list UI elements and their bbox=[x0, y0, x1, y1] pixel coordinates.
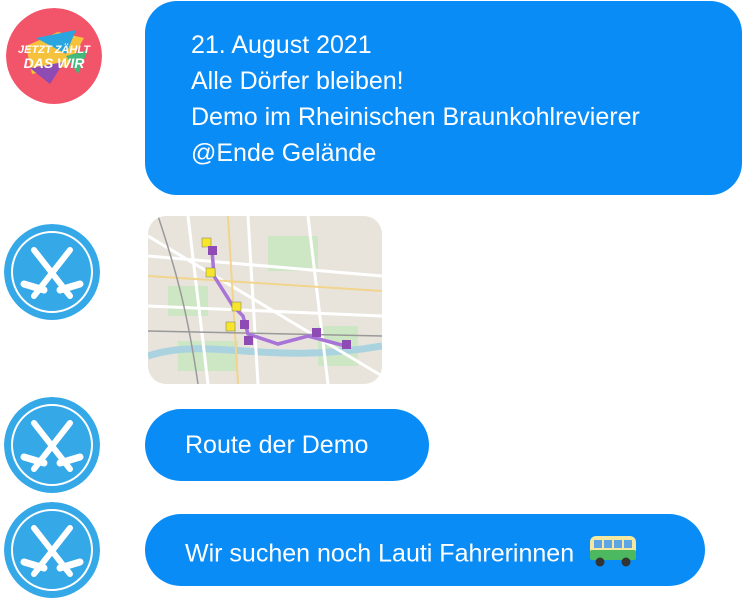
crossed-pickaxes-icon bbox=[4, 224, 100, 320]
message-line: @Ende Gelände bbox=[191, 139, 377, 167]
jetzt-zaehlt-das-wir-avatar[interactable]: JETZT ZÄHLT DAS WIR bbox=[6, 8, 102, 104]
message-text: Wir suchen noch Lauti Fahrerinnen bbox=[185, 539, 575, 568]
pickaxe-avatar[interactable] bbox=[4, 502, 100, 598]
message-2 bbox=[0, 210, 742, 390]
crossed-pickaxes-icon bbox=[4, 502, 100, 598]
jetzt-zaehlt-das-wir-logo-icon: JETZT ZÄHLT DAS WIR bbox=[6, 8, 102, 104]
pickaxe-avatar[interactable] bbox=[4, 397, 100, 493]
message-bubble-3[interactable]: Route der Demo bbox=[145, 409, 429, 481]
message-line: Demo im Rheinischen Braunkohlrevierer bbox=[191, 103, 640, 131]
message-3: Route der Demo bbox=[0, 395, 742, 499]
route-map-image[interactable] bbox=[148, 216, 382, 384]
message-4: Wir suchen noch Lauti Fahrerinnen bbox=[0, 500, 742, 600]
logo-text-2: DAS WIR bbox=[24, 55, 86, 71]
message-1: JETZT ZÄHLT DAS WIR 21. August 2021 Alle… bbox=[0, 0, 742, 200]
bus-icon bbox=[588, 532, 638, 578]
message-bubble-4[interactable]: Wir suchen noch Lauti Fahrerinnen bbox=[145, 514, 705, 586]
message-line: 21. August 2021 bbox=[191, 31, 372, 59]
message-line: Alle Dörfer bleiben! bbox=[191, 67, 404, 95]
message-text: Route der Demo bbox=[185, 431, 369, 459]
message-content: Wir suchen noch Lauti Fahrerinnen bbox=[185, 532, 705, 578]
message-bubble-1[interactable]: 21. August 2021 Alle Dörfer bleiben! Dem… bbox=[145, 1, 742, 195]
pickaxe-avatar[interactable] bbox=[4, 224, 100, 320]
map-graphic bbox=[148, 216, 382, 384]
crossed-pickaxes-icon bbox=[4, 397, 100, 493]
